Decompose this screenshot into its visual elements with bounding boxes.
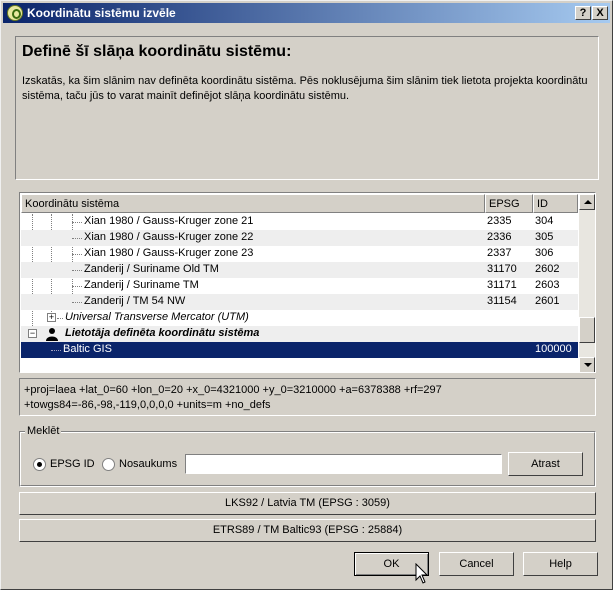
tree-row-selected[interactable]: Baltic GIS 100000	[21, 342, 578, 358]
mouse-cursor-icon	[415, 563, 429, 584]
tree-rows: Xian 1980 / Gauss-Kruger zone 21 2335 30…	[21, 214, 578, 372]
tree-row[interactable]: Xian 1980 / Gauss-Kruger zone 21 2335 30…	[21, 214, 578, 230]
radio-epsg-id[interactable]	[33, 458, 46, 471]
recent-crs-button-1[interactable]: LKS92 / Latvia TM (EPSG : 3059)	[19, 492, 596, 515]
scroll-up-button[interactable]	[579, 194, 595, 210]
column-header-id[interactable]: ID	[533, 194, 578, 213]
title-bar[interactable]: Koordinātu sistēmu izvēle ? X	[3, 3, 610, 23]
projection-line-1: +proj=laea +lat_0=60 +lon_0=20 +x_0=4321…	[24, 384, 442, 396]
search-group-label: Meklēt	[25, 425, 62, 437]
radio-epsg-id-label[interactable]: EPSG ID	[50, 458, 95, 470]
tree-row[interactable]: Xian 1980 / Gauss-Kruger zone 22 2336 30…	[21, 230, 578, 246]
column-header-epsg[interactable]: EPSG	[485, 194, 533, 213]
tree-row-user-defined-group[interactable]: − Lietotāja definēta koordinātu sistēma	[21, 326, 578, 342]
scroll-down-button[interactable]	[579, 357, 595, 372]
title-close-button[interactable]: X	[592, 6, 608, 20]
tree-row[interactable]: Zanderij / TM 54 NW 31154 2601	[21, 294, 578, 310]
info-description: Izskatās, ka šim slānim nav definēta koo…	[22, 75, 588, 102]
cancel-button[interactable]: Cancel	[439, 552, 514, 576]
arrow-up-icon	[584, 200, 592, 204]
qgis-logo-icon	[7, 5, 23, 21]
crs-tree[interactable]: Koordinātu sistēma EPSG ID Xian 1980 / G…	[19, 192, 596, 373]
user-icon	[46, 328, 58, 341]
expand-icon[interactable]: +	[47, 313, 56, 322]
tree-row[interactable]: Zanderij / Suriname Old TM 31170 2602	[21, 262, 578, 278]
window-title: Koordinātu sistēmu izvēle	[27, 6, 176, 20]
radio-name[interactable]	[102, 458, 115, 471]
search-input[interactable]	[185, 454, 502, 474]
info-panel: Definē šī slāņa koordinātu sistēmu: Izsk…	[15, 36, 599, 180]
projection-string: +proj=laea +lat_0=60 +lon_0=20 +x_0=4321…	[19, 378, 596, 416]
tree-row-utm-group[interactable]: + Universal Transverse Mercator (UTM)	[21, 310, 578, 326]
projection-line-2: +towgs84=-86,-98,-119,0,0,0,0 +units=m +…	[24, 399, 271, 411]
info-heading: Definē šī slāņa koordinātu sistēmu:	[22, 43, 292, 60]
recent-crs-button-2[interactable]: ETRS89 / TM Baltic93 (EPSG : 25884)	[19, 519, 596, 542]
crs-dialog: Koordinātu sistēmu izvēle ? X Definē šī …	[0, 0, 613, 590]
find-button[interactable]: Atrast	[508, 452, 583, 476]
scroll-thumb[interactable]	[579, 317, 595, 343]
tree-scrollbar[interactable]	[579, 194, 595, 372]
help-button[interactable]: Help	[523, 552, 598, 576]
tree-row[interactable]: Xian 1980 / Gauss-Kruger zone 23 2337 30…	[21, 246, 578, 262]
title-help-button[interactable]: ?	[575, 6, 591, 20]
column-header-crs[interactable]: Koordinātu sistēma	[21, 194, 485, 213]
tree-row[interactable]: Zanderij / Suriname TM 31171 2603	[21, 278, 578, 294]
tree-header: Koordinātu sistēma EPSG ID	[21, 194, 578, 213]
arrow-down-icon	[584, 363, 592, 367]
collapse-icon[interactable]: −	[28, 329, 37, 338]
radio-name-label[interactable]: Nosaukums	[119, 458, 177, 470]
